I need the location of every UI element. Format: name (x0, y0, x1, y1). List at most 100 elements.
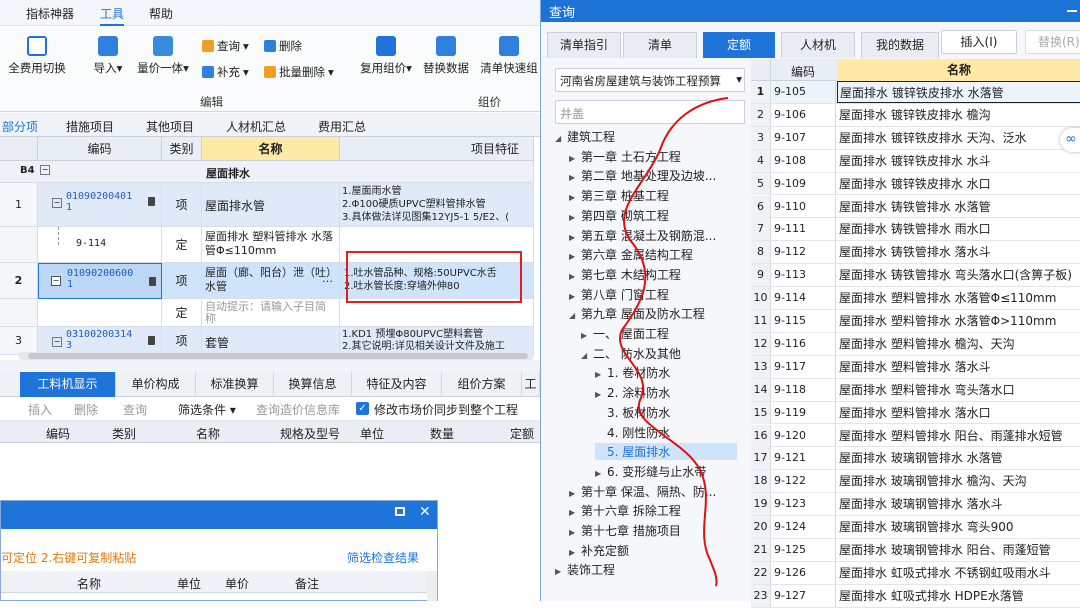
menu-item-tools[interactable]: 工具 (100, 5, 125, 26)
chevron-right-icon[interactable]: ▶ (595, 370, 607, 379)
tree-node[interactable]: ◢ 二、 防水及其他 (581, 345, 681, 362)
insert-link[interactable]: 插入 (28, 401, 52, 418)
quick-group-button[interactable]: 清单快速组 (478, 36, 540, 76)
tab-pricing-plan[interactable]: 组价方案 (442, 372, 522, 397)
tree-node[interactable]: ▶ 第四章 砌筑工程 (569, 207, 669, 224)
tree-node[interactable]: ▶ 第一章 土石方工程 (569, 148, 681, 165)
section-row[interactable]: B4 − 屋面排水 (0, 161, 534, 183)
replace-data-button[interactable]: 替换数据 (420, 36, 472, 76)
tab-features-content[interactable]: 特征及内容 (352, 372, 442, 397)
replace-button[interactable]: 替换(R) (1025, 30, 1080, 54)
table-row[interactable]: 18 9-122 屋面排水 玻璃钢管排水 檐沟、天沟 (751, 470, 1080, 494)
tab-labor-material-display[interactable]: 工料机显示 (20, 372, 116, 397)
query-link[interactable]: 查询 (123, 401, 147, 418)
tree-node[interactable]: 5. 屋面排水 (595, 443, 737, 461)
tab-standard-conversion[interactable]: 标准换算 (196, 372, 274, 397)
tab-other-items[interactable]: 其他项目 (146, 118, 194, 135)
table-row[interactable]: 3 9-107 屋面排水 镀锌铁皮排水 天沟、泛水 (751, 126, 1080, 150)
tree-node[interactable]: ▶ 第三章 桩基工程 (569, 187, 669, 204)
menu-item-index-tool[interactable]: 指标神器 (26, 5, 74, 22)
tab-conversion-info[interactable]: 换算信息 (274, 372, 352, 397)
collapse-icon[interactable]: − (52, 198, 62, 208)
sync-checkbox[interactable]: ✓ (356, 402, 369, 415)
menu-item-help[interactable]: 帮助 (149, 5, 173, 22)
tree-node[interactable]: ▶ 一、 屋面工程 (581, 325, 669, 342)
table-row[interactable]: 8 9-112 屋面排水 铸铁管排水 落水斗 (751, 241, 1080, 265)
tree-node[interactable]: ▶ 6. 变形缝与止水带 (595, 463, 706, 480)
library-select[interactable]: 河南省房屋建筑与装饰工程预算 ▾ (555, 68, 745, 92)
chevron-right-icon[interactable]: ▶ (569, 508, 581, 517)
code-cell[interactable]: − 01090200600 1 (38, 263, 162, 299)
filter-results-link[interactable]: 筛选检查结果 (347, 549, 419, 566)
table-row[interactable]: 9 9-113 屋面排水 铸铁管排水 弯头落水口(含箅子板) (751, 264, 1080, 288)
chevron-down-icon[interactable]: ◢ (581, 351, 593, 360)
code-cell[interactable]: 9-114 (38, 227, 162, 263)
delete-button[interactable]: 删除 (264, 38, 302, 54)
table-row[interactable]: 20 9-124 屋面排水 玻璃钢管排水 弯头900 (751, 516, 1080, 539)
tree-node[interactable]: ▶ 第十七章 措施项目 (569, 522, 681, 539)
query-button[interactable]: 查询 ▾ (202, 38, 249, 54)
tab-labor-material-summary[interactable]: 人材机汇总 (226, 118, 286, 135)
chevron-right-icon[interactable]: ▶ (569, 213, 581, 222)
chevron-right-icon[interactable]: ▶ (569, 272, 581, 281)
row-name-cell[interactable]: 屋面（廊、阳台）泄（吐）水管 … (202, 263, 340, 299)
fee-switch-button[interactable]: 全费用切换 (6, 36, 68, 76)
tree-node[interactable]: ▶ 装饰工程 (555, 561, 615, 578)
dialog-scrollbar[interactable] (427, 571, 437, 601)
tab-labor-material[interactable]: 人材机 (781, 32, 855, 58)
chevron-right-icon[interactable]: ▶ (569, 252, 581, 261)
quantity-price-button[interactable]: 量价一体▾ (134, 36, 192, 76)
tab-quota[interactable]: 定额 (703, 32, 775, 58)
table-row[interactable]: 15 9-119 屋面排水 塑料管排水 落水口 (751, 401, 1080, 425)
table-row[interactable]: 13 9-117 屋面排水 塑料管排水 落水斗 (751, 355, 1080, 379)
cloud-share-icon[interactable]: ∞ (1060, 128, 1080, 152)
tree-node[interactable]: ▶ 补充定额 (569, 542, 629, 559)
tab-measures[interactable]: 措施项目 (66, 118, 114, 135)
row-name[interactable]: 套管 (202, 327, 340, 355)
row-feature[interactable] (340, 299, 534, 327)
tab-bill[interactable]: 清单 (623, 32, 697, 58)
tab-fee-summary[interactable]: 费用汇总 (318, 118, 366, 135)
table-row[interactable]: 16 9-120 屋面排水 塑料管排水 阳台、雨蓬排水短管 (751, 424, 1080, 448)
search-input[interactable]: 井盖 (555, 100, 745, 124)
close-icon[interactable]: ✕ (419, 504, 431, 520)
row-name[interactable]: 屋面排水管 (202, 183, 340, 227)
tree-node[interactable]: ▶ 第七章 木结构工程 (569, 266, 681, 283)
table-row[interactable]: 7 9-111 屋面排水 铸铁管排水 雨水口 (751, 218, 1080, 242)
row-feature[interactable]: 1.KD1 预埋Φ80UPVC塑料套管 2.其它说明:详见相关设计文件及施工 (340, 327, 534, 355)
import-button[interactable]: 导入▾ (88, 36, 128, 76)
table-row[interactable]: 23 9-127 屋面排水 虹吸式排水 HDPE水落管 (751, 584, 1080, 608)
batch-delete-button[interactable]: 批量删除 ▾ (264, 64, 334, 80)
chevron-right-icon[interactable]: ▶ (581, 331, 593, 340)
tab-unit-price[interactable]: 单价构成 (116, 372, 196, 397)
tree-node[interactable]: ◢ 第九章 屋面及防水工程 (569, 305, 705, 322)
chevron-right-icon[interactable]: ▶ (569, 233, 581, 242)
row-number[interactable]: 3 (0, 327, 38, 355)
chevron-right-icon[interactable]: ▶ (569, 154, 581, 163)
row-number[interactable]: 2 (0, 263, 38, 299)
chevron-right-icon[interactable]: ▶ (595, 390, 607, 399)
row-name[interactable]: 屋面排水 塑料管排水 水落管Φ≤110mm (202, 227, 340, 263)
query-price-link[interactable]: 查询造价信息库 (256, 401, 340, 418)
tree-node[interactable]: ▶ 第六章 金属结构工程 (569, 246, 693, 263)
tree-node[interactable]: ▶ 第八章 门窗工程 (569, 286, 669, 303)
row-number[interactable]: 1 (0, 183, 38, 227)
chevron-right-icon[interactable]: ▶ (595, 469, 607, 478)
chevron-right-icon[interactable]: ▶ (569, 548, 581, 557)
tab-my-data[interactable]: 我的数据 (861, 32, 939, 58)
table-row[interactable]: 19 9-123 屋面排水 玻璃钢管排水 落水斗 (751, 493, 1080, 517)
filter-dropdown[interactable]: 筛选条件 ▾ (178, 401, 236, 418)
table-row[interactable]: 22 9-126 屋面排水 虹吸式排水 不锈钢虹吸雨水斗 (751, 561, 1080, 585)
chevron-right-icon[interactable]: ▶ (569, 489, 581, 498)
collapse-icon[interactable]: − (40, 165, 50, 175)
chevron-down-icon[interactable]: ◢ (555, 134, 567, 143)
reuse-pricing-button[interactable]: 复用组价▾ (356, 36, 416, 76)
code-cell[interactable]: − 03100200314 3 (38, 327, 162, 355)
delete-link[interactable]: 删除 (74, 401, 98, 418)
chevron-right-icon[interactable]: ▶ (569, 528, 581, 537)
table-row[interactable]: 11 9-115 屋面排水 塑料管排水 水落管Φ>110mm (751, 310, 1080, 333)
tree-node[interactable]: ▶ 第二章 地基处理及边坡... (569, 167, 716, 184)
row-feature[interactable]: 1.屋面雨水管 2.Φ100硬质UPVC塑料管排水管 3.具体做法详见图集12Y… (340, 183, 534, 227)
table-row[interactable]: 21 9-125 屋面排水 玻璃钢管排水 阳台、雨蓬短管 (751, 539, 1080, 562)
table-row[interactable]: 14 9-118 屋面排水 塑料管排水 弯头落水口 (751, 378, 1080, 402)
